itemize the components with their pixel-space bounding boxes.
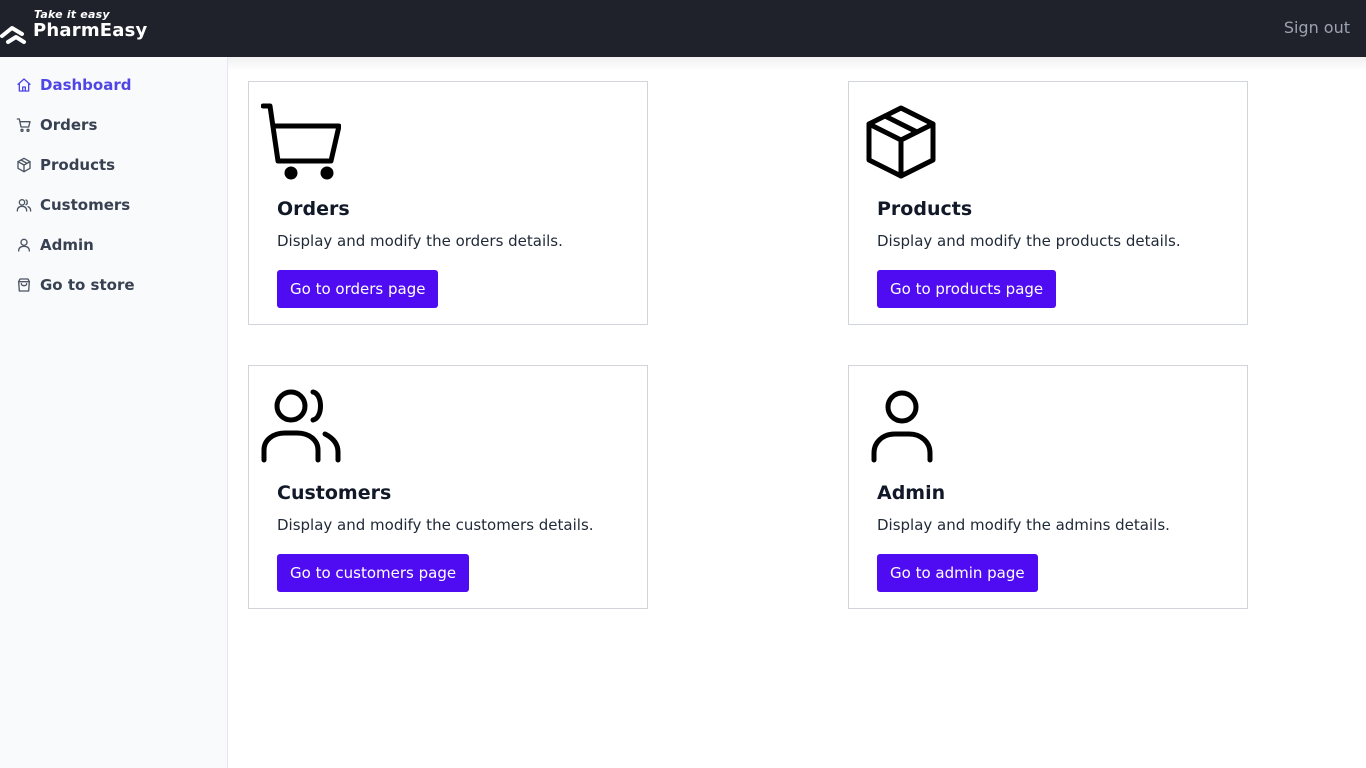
sidebar-item-products[interactable]: Products: [16, 153, 115, 177]
user-icon: [871, 390, 933, 463]
sign-out-link[interactable]: Sign out: [1284, 18, 1350, 37]
card-title: Customers: [277, 482, 392, 504]
logo-mark-icon: [0, 26, 26, 44]
sidebar-item-label: Admin: [40, 236, 94, 254]
sidebar-item-customers[interactable]: Customers: [16, 193, 130, 217]
customers-card: Customers Display and modify the custome…: [248, 365, 648, 609]
card-description: Display and modify the customers details…: [277, 516, 594, 534]
sidebar-item-go-to-store[interactable]: Go to store: [16, 273, 135, 297]
products-card: Products Display and modify the products…: [848, 81, 1248, 325]
cart-icon: [16, 117, 32, 133]
card-title: Orders: [277, 198, 350, 220]
sidebar-item-label: Dashboard: [40, 76, 132, 94]
users-icon: [16, 197, 32, 213]
sidebar-item-label: Products: [40, 156, 116, 174]
go-to-products-button[interactable]: Go to products page: [877, 270, 1057, 308]
sidebar-item-label: Customers: [40, 196, 131, 214]
orders-card: Orders Display and modify the orders det…: [248, 81, 648, 325]
admin-card: Admin Display and modify the admins deta…: [848, 365, 1248, 609]
pharmeasy-logo[interactable]: Take it easy PharmEasy: [0, 6, 160, 48]
cube-icon: [866, 105, 936, 179]
card-title: Products: [877, 198, 973, 220]
cart-icon: [261, 103, 341, 180]
sidebar-item-orders[interactable]: Orders: [16, 113, 97, 137]
sidebar-item-admin[interactable]: Admin: [16, 233, 94, 257]
cube-icon: [16, 157, 32, 173]
user-icon: [16, 237, 32, 253]
go-to-admin-button[interactable]: Go to admin page: [877, 554, 1038, 592]
shopping-bag-icon: [16, 277, 32, 293]
sidebar-item-label: Orders: [40, 116, 98, 134]
card-title: Admin: [877, 482, 946, 504]
logo-name: PharmEasy: [33, 20, 148, 41]
go-to-customers-button[interactable]: Go to customers page: [277, 554, 470, 592]
card-description: Display and modify the admins details.: [877, 516, 1170, 534]
top-bar: Take it easy PharmEasy Sign out: [0, 0, 1366, 57]
home-icon: [16, 77, 32, 93]
sidebar-item-label: Go to store: [40, 276, 135, 294]
sidebar-item-dashboard[interactable]: Dashboard: [16, 73, 131, 97]
go-to-orders-button[interactable]: Go to orders page: [277, 270, 439, 308]
sidebar: Dashboard Orders Products Customers Admi…: [0, 57, 228, 768]
card-description: Display and modify the orders details.: [277, 232, 563, 250]
users-icon: [261, 389, 341, 463]
card-description: Display and modify the products details.: [877, 232, 1181, 250]
header-shadow: [228, 57, 1366, 71]
